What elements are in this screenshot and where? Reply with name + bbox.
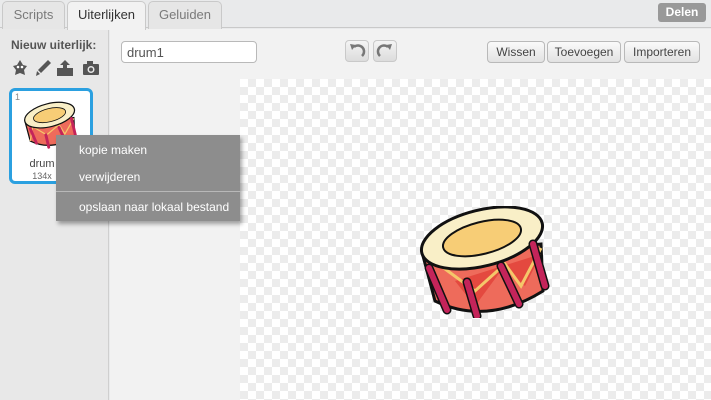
clear-button[interactable]: Wissen [487,41,545,63]
paint-canvas[interactable] [240,79,711,400]
costume-name-input[interactable] [121,41,257,63]
new-costume-title: Nieuw uiterlijk: [11,38,97,52]
menu-separator [56,191,240,192]
redo-icon [376,44,392,57]
share-button[interactable]: Delen [658,3,706,22]
drum-costume-image [419,206,550,318]
sprite-library-icon[interactable] [10,58,30,78]
menu-item-delete[interactable]: verwijderen [56,165,240,189]
redo-button[interactable] [373,40,397,62]
costume-context-menu: kopie maken verwijderen opslaan naar lok… [56,135,240,221]
tab-scripts[interactable]: Scripts [2,1,65,29]
undo-icon [350,44,366,57]
add-button[interactable]: Toevoegen [547,41,621,63]
undo-button[interactable] [345,40,369,62]
import-button[interactable]: Importeren [624,41,700,63]
tab-sounds[interactable]: Geluiden [148,1,222,29]
costume-number: 1 [15,92,21,102]
paint-brush-icon[interactable] [33,58,53,78]
camera-icon[interactable] [81,58,101,78]
menu-item-save-local[interactable]: opslaan naar lokaal bestand [56,195,240,219]
upload-icon[interactable] [55,58,75,78]
tab-bar: Scripts Uiterlijken Geluiden Delen [0,0,711,30]
menu-item-duplicate[interactable]: kopie maken [56,138,240,162]
tab-costumes[interactable]: Uiterlijken [67,1,146,30]
